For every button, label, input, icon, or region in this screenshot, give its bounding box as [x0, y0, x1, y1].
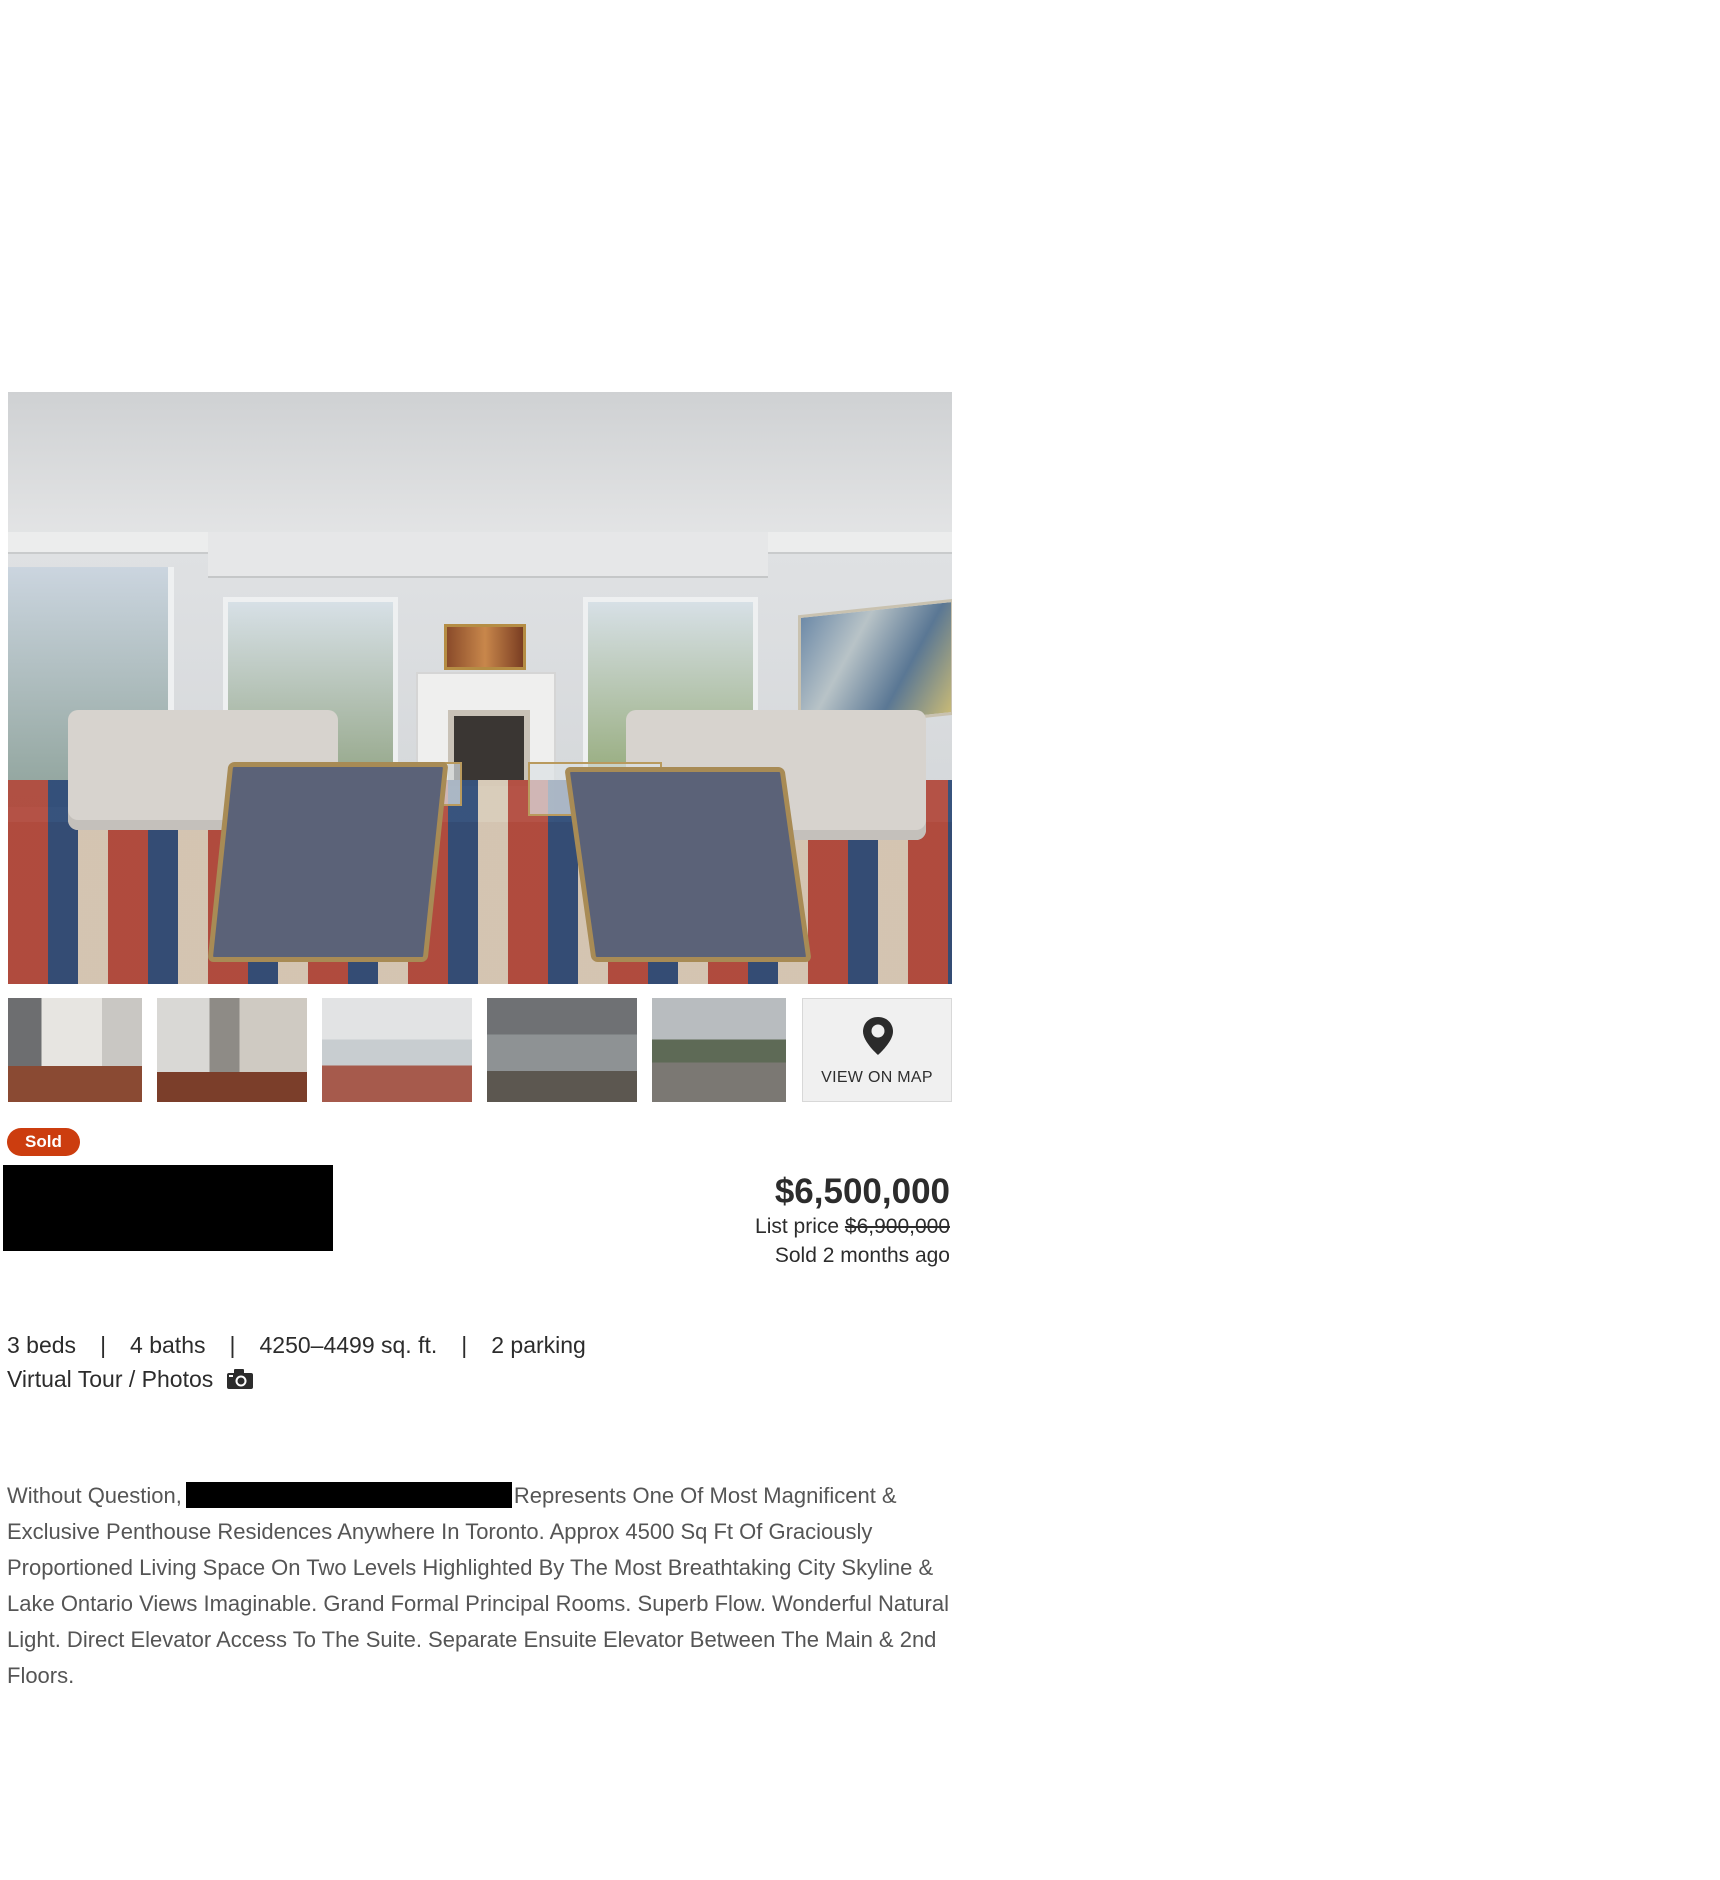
spec-separator: |: [100, 1332, 107, 1358]
photo-armchair-left: [207, 762, 449, 962]
address-redaction-block: [3, 1165, 333, 1251]
photo-ceiling: [8, 392, 952, 542]
photo-tray-ceiling: [208, 532, 768, 578]
status-badge: Sold: [7, 1128, 80, 1156]
spec-separator: |: [461, 1332, 468, 1358]
beds-count: 3 beds: [7, 1332, 77, 1358]
gallery-thumbnail[interactable]: [322, 998, 472, 1102]
photo-painting: [444, 624, 526, 670]
gallery-thumbnail[interactable]: [487, 998, 637, 1102]
virtual-tour-link[interactable]: Virtual Tour / Photos: [7, 1366, 254, 1393]
sale-price: $6,500,000: [774, 1172, 950, 1211]
listing-description: Without Question, Represents One Of Most …: [7, 1478, 967, 1694]
map-pin-icon: [863, 1017, 893, 1055]
list-price-value: $6,900,000: [844, 1215, 950, 1238]
spec-separator: |: [229, 1332, 236, 1358]
camera-icon: [226, 1369, 253, 1389]
description-start: Without Question,: [7, 1483, 182, 1508]
list-price-row: List price $6,900,000: [755, 1215, 950, 1239]
parking-count: 2 parking: [491, 1332, 586, 1358]
main-listing-photo[interactable]: [8, 392, 952, 984]
sold-date: Sold 2 months ago: [774, 1244, 950, 1267]
virtual-tour-label: Virtual Tour / Photos: [7, 1366, 214, 1392]
square-footage: 4250–4499 sq. ft.: [259, 1332, 438, 1358]
photo-armchair-right: [564, 767, 812, 962]
view-on-map-label: VIEW ON MAP: [821, 1069, 933, 1086]
gallery-thumbnail[interactable]: [652, 998, 786, 1102]
baths-count: 4 baths: [130, 1332, 206, 1358]
gallery-thumbnail[interactable]: [157, 998, 307, 1102]
property-specs: 3 beds | 4 baths | 4250–4499 sq. ft. | 2 parki…: [7, 1332, 586, 1359]
gallery-thumbnail[interactable]: [8, 998, 142, 1102]
description-redaction-block: [185, 1482, 512, 1508]
description-body: Represents One Of Most Magnificent & Exc…: [7, 1483, 949, 1688]
list-price-label: List price: [755, 1215, 840, 1238]
view-on-map-button[interactable]: VIEW ON MAP: [802, 998, 952, 1102]
